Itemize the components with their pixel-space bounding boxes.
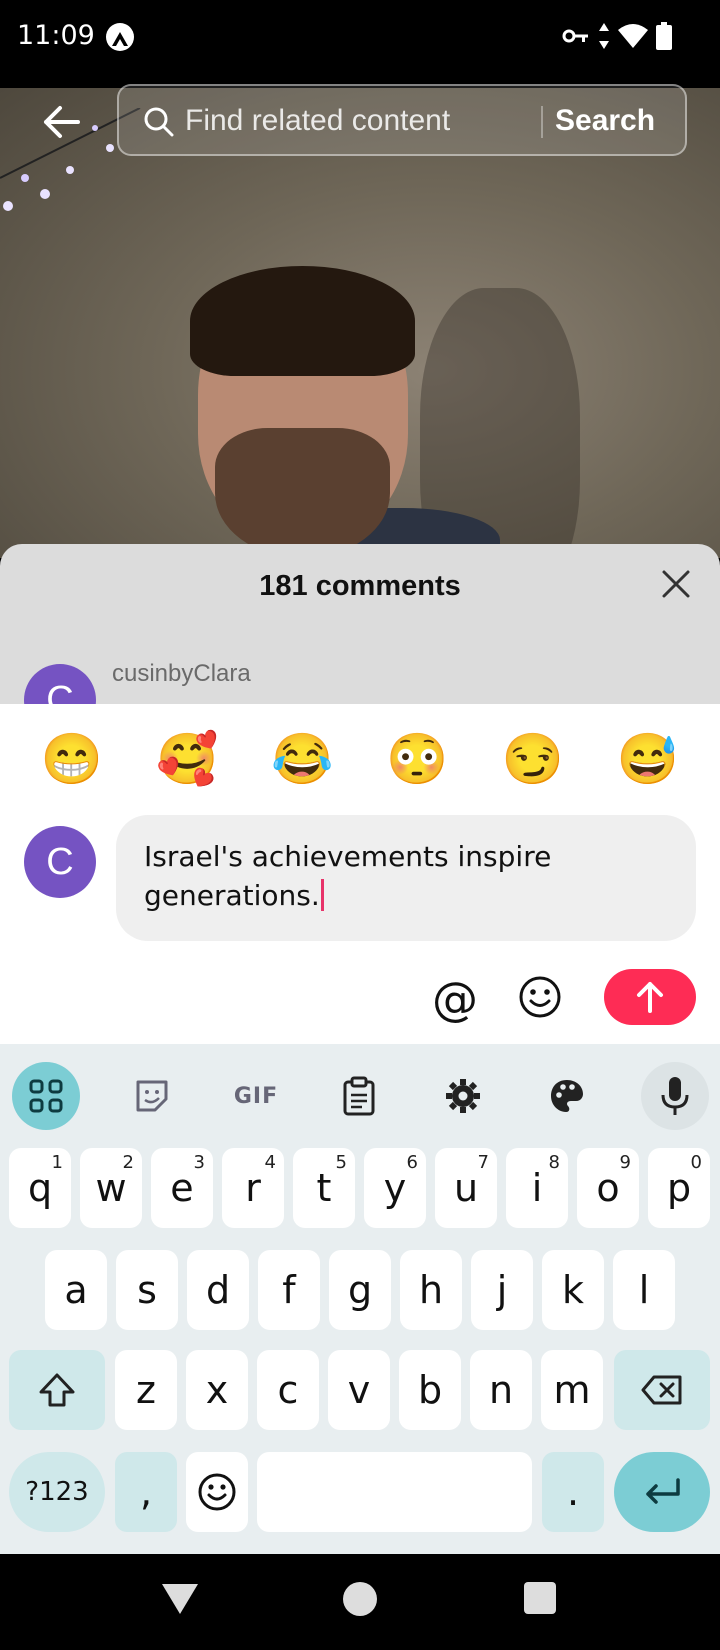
key-x[interactable]: x [186, 1350, 248, 1430]
status-time: 11:09 [17, 20, 95, 51]
emoji-smirk[interactable]: 😏 [501, 730, 565, 789]
quick-emoji-row: 😁 🥰 😂 😳 😏 😅 [0, 730, 720, 789]
soft-keyboard: GIF q1 w2 e3 r4 t5 y6 u7 i8 o9 p0 a s d … [0, 1044, 720, 1554]
nav-back-icon[interactable] [162, 1584, 198, 1614]
key-h[interactable]: h [400, 1250, 462, 1330]
wifi-icon [618, 24, 648, 48]
back-arrow-icon[interactable] [38, 98, 86, 146]
key-r[interactable]: r4 [222, 1148, 284, 1228]
status-icons [562, 22, 672, 50]
battery-icon [656, 22, 672, 50]
microphone-icon[interactable] [641, 1062, 709, 1130]
status-bar: 11:09 [0, 0, 720, 88]
comment-input[interactable]: Israel's achievements inspire generation… [116, 815, 696, 941]
shift-arrow-icon [39, 1373, 75, 1407]
send-button[interactable] [604, 969, 696, 1025]
key-g[interactable]: g [329, 1250, 391, 1330]
key-j[interactable]: j [471, 1250, 533, 1330]
app-notification-icon [106, 23, 134, 51]
comment-text: Israel's achievements inspire generation… [144, 840, 552, 912]
search-bar[interactable]: Find related content Search [117, 84, 687, 156]
comment-avatar[interactable]: C [24, 664, 96, 704]
emoji-key[interactable] [186, 1452, 248, 1532]
key-s[interactable]: s [116, 1250, 178, 1330]
key-p[interactable]: p0 [648, 1148, 710, 1228]
smiley-icon [198, 1473, 236, 1511]
key-b[interactable]: b [399, 1350, 461, 1430]
emoji-sweat-smile[interactable]: 😅 [616, 730, 680, 789]
system-nav-bar [0, 1554, 720, 1650]
close-icon[interactable] [660, 568, 692, 600]
gif-button[interactable]: GIF [224, 1064, 288, 1128]
key-y[interactable]: y6 [364, 1148, 426, 1228]
key-v[interactable]: v [328, 1350, 390, 1430]
mention-button[interactable]: @ [432, 972, 478, 1026]
enter-arrow-icon [646, 1478, 680, 1504]
key-d[interactable]: d [187, 1250, 249, 1330]
key-l[interactable]: l [613, 1250, 675, 1330]
key-k[interactable]: k [542, 1250, 604, 1330]
comments-count-title: 181 comments [259, 570, 461, 602]
key-o[interactable]: o9 [577, 1148, 639, 1228]
spacebar[interactable] [257, 1452, 532, 1532]
period-key[interactable]: . [542, 1452, 604, 1532]
search-input[interactable]: Find related content [185, 104, 450, 138]
person-beard [215, 428, 390, 558]
backspace-key[interactable] [614, 1350, 710, 1430]
top-bar: Find related content Search [0, 84, 720, 164]
apps-grid-icon[interactable] [12, 1062, 80, 1130]
key-e[interactable]: e3 [151, 1148, 213, 1228]
key-z[interactable]: z [115, 1350, 177, 1430]
arrow-up-icon [637, 982, 663, 1013]
shift-key[interactable] [9, 1350, 105, 1430]
comment-composer: 😁 🥰 😂 😳 😏 😅 C Israel's achievements insp… [0, 704, 720, 1044]
nav-recents-icon[interactable] [524, 1582, 556, 1614]
sticker-icon[interactable] [120, 1064, 184, 1128]
enter-key[interactable] [614, 1452, 710, 1532]
text-caret [320, 879, 324, 911]
key-i[interactable]: i8 [506, 1148, 568, 1228]
settings-gear-icon[interactable] [431, 1064, 495, 1128]
search-icon [144, 107, 174, 137]
comment-username[interactable]: cusinbyClara [112, 660, 251, 688]
emoji-grin[interactable]: 😁 [40, 730, 104, 789]
vpn-key-icon [562, 29, 588, 43]
data-arrows-icon [599, 23, 609, 49]
emoji-picker-icon[interactable] [518, 975, 562, 1019]
key-w[interactable]: w2 [80, 1148, 142, 1228]
comments-sheet: 181 comments C cusinbyClara [0, 544, 720, 704]
key-c[interactable]: c [257, 1350, 319, 1430]
person-hair [190, 266, 415, 376]
key-u[interactable]: u7 [435, 1148, 497, 1228]
key-f[interactable]: f [258, 1250, 320, 1330]
nav-home-icon[interactable] [343, 1582, 377, 1616]
search-button[interactable]: Search [555, 104, 655, 138]
user-avatar[interactable]: C [24, 826, 96, 898]
emoji-tears-of-joy[interactable]: 😂 [270, 730, 334, 789]
emoji-hearts[interactable]: 🥰 [155, 730, 219, 789]
key-a[interactable]: a [45, 1250, 107, 1330]
theme-palette-icon[interactable] [535, 1064, 599, 1128]
key-t[interactable]: t5 [293, 1148, 355, 1228]
emoji-flushed[interactable]: 😳 [386, 730, 450, 789]
keyboard-toolbar: GIF [0, 1052, 720, 1132]
key-m[interactable]: m [541, 1350, 603, 1430]
key-q[interactable]: q1 [9, 1148, 71, 1228]
search-divider [541, 106, 543, 138]
comma-key[interactable]: , [115, 1452, 177, 1532]
backspace-icon [641, 1375, 682, 1405]
symbols-key[interactable]: ?123 [9, 1452, 105, 1532]
clipboard-icon[interactable] [327, 1064, 391, 1128]
key-n[interactable]: n [470, 1350, 532, 1430]
